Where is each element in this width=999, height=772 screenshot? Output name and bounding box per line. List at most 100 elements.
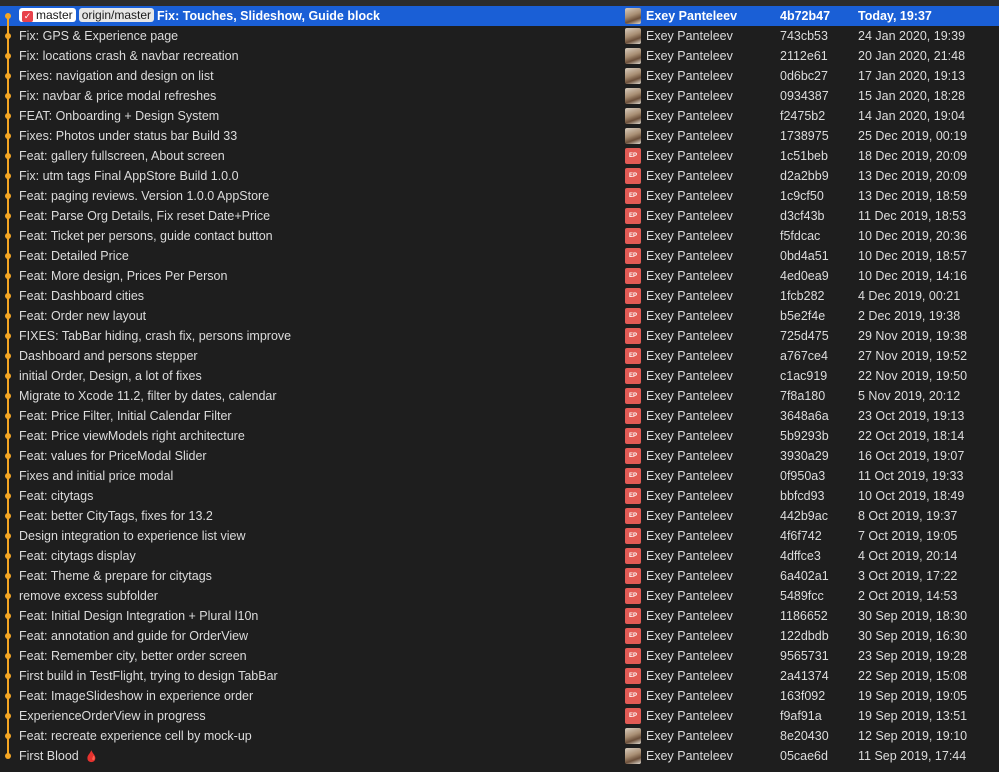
- commit-subject-cell: Feat: Dashboard cities: [19, 286, 619, 306]
- commit-author: Exey Panteleev: [646, 9, 738, 23]
- commit-row[interactable]: Fixes: Photos under status bar Build 33 E…: [0, 126, 999, 146]
- commit-subject-cell: First Blood 🩸: [19, 746, 619, 767]
- commit-subject-cell: Feat: recreate experience cell by mock-u…: [19, 726, 619, 746]
- author-avatar: EP: [625, 688, 641, 704]
- commit-sha: b5e2f4e: [780, 309, 826, 323]
- commit-date: 11 Oct 2019, 19:33: [858, 469, 964, 483]
- commit-row[interactable]: Fixes and initial price modal EP Exey Pant…: [0, 466, 999, 486]
- commit-row[interactable]: Feat: Order new layout EP Exey Panteleev b5…: [0, 306, 999, 326]
- commit-row[interactable]: Feat: Theme & prepare for citytags EP Exey…: [0, 566, 999, 586]
- commit-sha: 9565731: [780, 649, 829, 663]
- author-avatar: EP: [625, 388, 641, 404]
- graph-node-icon: [0, 286, 18, 306]
- commit-date: 18 Dec 2019, 20:09: [858, 149, 968, 163]
- commit-row[interactable]: Fix: GPS & Experience page Exey Panteleev…: [0, 26, 999, 46]
- commit-subject-cell: Feat: annotation and guide for OrderView: [19, 626, 619, 646]
- commit-subject: Feat: Detailed Price: [19, 249, 129, 263]
- commit-date: 20 Jan 2020, 21:48: [858, 49, 966, 63]
- commit-subject-cell: Feat: paging reviews. Version 1.0.0 AppS…: [19, 186, 619, 206]
- author-avatar: EP: [625, 328, 641, 344]
- graph-node-icon: [0, 206, 18, 226]
- commit-row[interactable]: remove excess subfolder EP Exey Panteleev 5…: [0, 586, 999, 606]
- commit-row[interactable]: ✓ master origin/master Fix: Touches, Slides…: [0, 6, 999, 26]
- commit-row[interactable]: Feat: More design, Prices Per Person EP Ex…: [0, 266, 999, 286]
- graph-node-icon: [0, 746, 18, 766]
- commit-author: Exey Panteleev: [646, 529, 733, 543]
- commit-row[interactable]: Feat: paging reviews. Version 1.0.0 AppS…: [0, 186, 999, 206]
- graph-node-icon: [0, 406, 18, 426]
- graph-node-icon: [0, 646, 18, 666]
- commit-row[interactable]: Fix: navbar & price modal refreshes Exey …: [0, 86, 999, 106]
- commit-row[interactable]: FEAT: Onboarding + Design System Exey Pan…: [0, 106, 999, 126]
- commit-row[interactable]: Feat: ImageSlideshow in experience order…: [0, 686, 999, 706]
- commit-author: Exey Panteleev: [646, 469, 733, 483]
- commit-row[interactable]: Feat: gallery fullscreen, About screen EP…: [0, 146, 999, 166]
- commit-sha: 743cb53: [780, 29, 828, 43]
- commit-subject: Feat: gallery fullscreen, About screen: [19, 149, 225, 163]
- commit-date: 2 Dec 2019, 19:38: [858, 309, 961, 323]
- author-avatar: EP: [625, 668, 641, 684]
- graph-node-icon: [0, 606, 18, 626]
- local-branch-badge[interactable]: ✓ master: [19, 8, 76, 22]
- commit-row[interactable]: Feat: citytags EP Exey Panteleev bbfcd93 10 …: [0, 486, 999, 506]
- commit-row[interactable]: Fixes: navigation and design on list Exey…: [0, 66, 999, 86]
- commit-date: 3 Oct 2019, 17:22: [858, 569, 958, 583]
- commit-subject-cell: FIXES: TabBar hiding, crash fix, persons…: [19, 326, 619, 346]
- commit-sha: 2112e61: [780, 49, 828, 63]
- commit-row[interactable]: First build in TestFlight, trying to des…: [0, 666, 999, 686]
- commit-subject: initial Order, Design, a lot of fixes: [19, 369, 202, 383]
- author-avatar: EP: [625, 248, 641, 264]
- commit-subject: remove excess subfolder: [19, 589, 158, 603]
- commit-sha: 0f950a3: [780, 469, 826, 483]
- commit-author: Exey Panteleev: [646, 149, 733, 163]
- commit-date: 4 Dec 2019, 00:21: [858, 289, 961, 303]
- commit-row[interactable]: Feat: Ticket per persons, guide contact …: [0, 226, 999, 246]
- commit-row[interactable]: First Blood 🩸 Exey Panteleev 05cae6d 11 Sep …: [0, 746, 999, 766]
- remote-branch-badge[interactable]: origin/master: [78, 8, 155, 22]
- commit-list[interactable]: ✓ master origin/master Fix: Touches, Slides…: [0, 6, 999, 766]
- commit-row[interactable]: ExperienceOrderView in progress EP Exey Pa…: [0, 706, 999, 726]
- commit-sha: 1738975: [780, 129, 829, 143]
- author-avatar: [625, 68, 641, 84]
- commit-subject-cell: Design integration to experience list vi…: [19, 526, 619, 546]
- commit-row[interactable]: Fix: locations crash & navbar recreation…: [0, 46, 999, 66]
- commit-row[interactable]: Feat: recreate experience cell by mock-u…: [0, 726, 999, 746]
- commit-subject: Feat: Dashboard cities: [19, 289, 145, 303]
- commit-author: Exey Panteleev: [646, 689, 733, 703]
- author-avatar: EP: [625, 148, 641, 164]
- commit-row[interactable]: FIXES: TabBar hiding, crash fix, persons…: [0, 326, 999, 346]
- commit-row[interactable]: Dashboard and persons stepper EP Exey Pant…: [0, 346, 999, 366]
- commit-row[interactable]: Feat: citytags display EP Exey Panteleev 4d…: [0, 546, 999, 566]
- commit-row[interactable]: Fix: utm tags Final AppStore Build 1.0.0…: [0, 166, 999, 186]
- commit-subject: Fix: locations crash & navbar recreation: [19, 49, 239, 63]
- commit-date: 24 Jan 2020, 19:39: [858, 29, 966, 43]
- commit-sha: 0d6bc27: [780, 69, 828, 83]
- commit-row[interactable]: Feat: better CityTags, fixes for 13.2 EP E…: [0, 506, 999, 526]
- commit-row[interactable]: Feat: Initial Design Integration + Plura…: [0, 606, 999, 626]
- commit-row[interactable]: Feat: Price Filter, Initial Calendar Fil…: [0, 406, 999, 426]
- author-avatar: EP: [625, 568, 641, 584]
- graph-node-icon: [0, 706, 18, 726]
- commit-row[interactable]: Feat: Remember city, better order screen…: [0, 646, 999, 666]
- commit-date: 27 Nov 2019, 19:52: [858, 349, 968, 363]
- graph-node-icon: [0, 726, 18, 746]
- commit-subject-cell: Feat: Theme & prepare for citytags: [19, 566, 619, 586]
- commit-author: Exey Panteleev: [646, 749, 733, 763]
- commit-sha: 0bd4a51: [780, 249, 829, 263]
- commit-row[interactable]: Feat: Dashboard cities EP Exey Panteleev 1f…: [0, 286, 999, 306]
- commit-sha: a767ce4: [780, 349, 828, 363]
- commit-row[interactable]: Feat: Detailed Price EP Exey Panteleev 0bd4…: [0, 246, 999, 266]
- commit-row[interactable]: Feat: Price viewModels right architectur…: [0, 426, 999, 446]
- commit-subject-cell: initial Order, Design, a lot of fixes: [19, 366, 619, 386]
- commit-row[interactable]: Migrate to Xcode 11.2, filter by dates, …: [0, 386, 999, 406]
- commit-row[interactable]: initial Order, Design, a lot of fixes EP E…: [0, 366, 999, 386]
- graph-node-icon: [0, 306, 18, 326]
- author-avatar: EP: [625, 548, 641, 564]
- commit-row[interactable]: Feat: Parse Org Details, Fix reset Date+…: [0, 206, 999, 226]
- commit-subject: Feat: annotation and guide for OrderView: [19, 629, 249, 643]
- commit-row[interactable]: Design integration to experience list vi…: [0, 526, 999, 546]
- commit-row[interactable]: Feat: values for PriceModal Slider EP Exey…: [0, 446, 999, 466]
- commit-author: Exey Panteleev: [646, 269, 733, 283]
- commit-date: 10 Dec 2019, 18:57: [858, 249, 968, 263]
- commit-row[interactable]: Feat: annotation and guide for OrderView…: [0, 626, 999, 646]
